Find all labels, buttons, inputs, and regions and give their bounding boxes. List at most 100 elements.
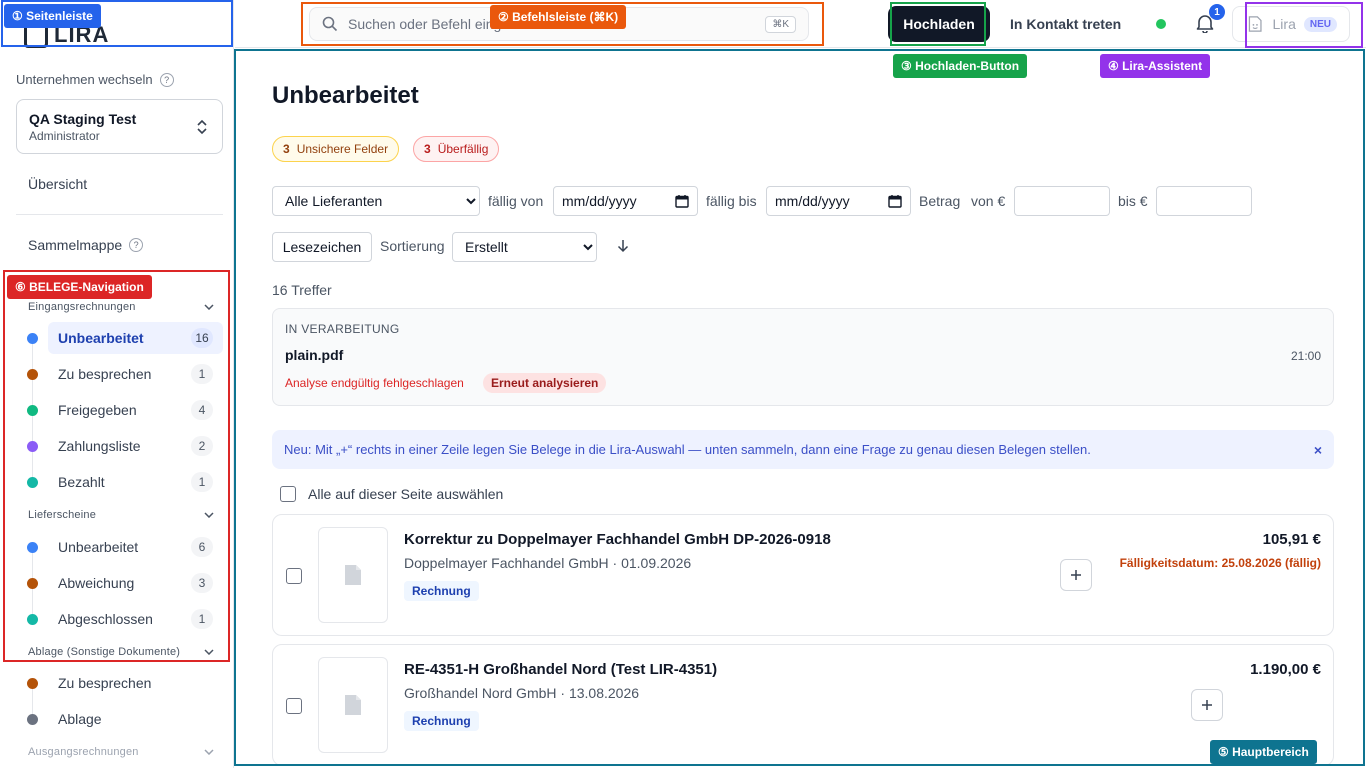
document-amount: 1.190,00 € bbox=[1250, 661, 1321, 678]
chip-label: Unsichere Felder bbox=[296, 142, 389, 156]
amount-to-input[interactable] bbox=[1156, 186, 1252, 216]
close-icon[interactable]: × bbox=[1314, 442, 1322, 458]
chip-count: 3 bbox=[424, 142, 431, 156]
sidebar-item-incoming[interactable]: Zu besprechen 1 bbox=[48, 358, 223, 390]
document-title[interactable]: RE-4351-H Großhandel Nord (Test LIR-4351… bbox=[404, 661, 717, 678]
nav-collection[interactable]: Sammelmappe ? bbox=[28, 237, 144, 253]
processing-error: Analyse endgültig fehlgeschlagen bbox=[285, 376, 464, 390]
help-icon[interactable]: ? bbox=[159, 72, 174, 87]
arrow-down-icon[interactable] bbox=[617, 239, 629, 253]
chevron-down-icon bbox=[204, 512, 214, 518]
status-dot-icon bbox=[27, 714, 38, 725]
main-area: Unbearbeitet 3 Unsichere Felder 3 Überfä… bbox=[235, 49, 1366, 768]
sidebar-item-label: Zahlungsliste bbox=[58, 438, 141, 454]
document-type-tag: Rechnung bbox=[404, 711, 479, 731]
sidebar-item-archive[interactable]: Ablage bbox=[48, 703, 223, 735]
upload-button[interactable]: Hochladen bbox=[888, 6, 990, 42]
row-checkbox[interactable] bbox=[286, 568, 302, 584]
amount-from-input[interactable] bbox=[1014, 186, 1110, 216]
chip-label: Überfällig bbox=[437, 142, 489, 156]
nav-overview-label: Übersicht bbox=[28, 176, 88, 192]
due-from-input[interactable]: mm/dd/yyyy bbox=[553, 186, 698, 216]
help-icon[interactable]: ? bbox=[129, 238, 144, 252]
calendar-icon[interactable] bbox=[888, 194, 902, 208]
sidebar-item-archive[interactable]: Zu besprechen bbox=[48, 667, 223, 699]
status-dot-icon bbox=[27, 614, 38, 625]
calendar-icon[interactable] bbox=[675, 194, 689, 208]
group-delivery[interactable]: Lieferscheine bbox=[28, 509, 214, 521]
chip-count: 3 bbox=[283, 142, 290, 156]
lira-assistant-button[interactable]: Lira NEU bbox=[1232, 6, 1350, 42]
nav-overview[interactable]: Übersicht bbox=[28, 176, 87, 192]
amount-label: Betrag bbox=[919, 193, 961, 209]
annotation-label: ① Seitenleiste bbox=[4, 4, 101, 28]
sidebar-item-delivery[interactable]: Abweichung 3 bbox=[48, 567, 223, 599]
processing-label: IN VERARBEITUNG bbox=[285, 322, 400, 336]
file-icon bbox=[345, 565, 361, 585]
sidebar-item-label: Freigegeben bbox=[58, 402, 137, 418]
company-role: Administrator bbox=[29, 129, 100, 143]
sidebar-item-incoming[interactable]: Bezahlt 1 bbox=[48, 466, 223, 498]
group-incoming-label: Eingangsrechnungen bbox=[28, 301, 136, 313]
online-status-indicator bbox=[1156, 19, 1166, 29]
info-banner-text: Neu: Mit „+“ rechts in einer Zeile legen… bbox=[284, 442, 1091, 457]
search-icon bbox=[322, 16, 338, 32]
sidebar-item-incoming[interactable]: Zahlungsliste 2 bbox=[48, 430, 223, 462]
sidebar-item-count: 1 bbox=[191, 364, 213, 384]
chip-uncertain-fields[interactable]: 3 Unsichere Felder bbox=[272, 136, 400, 162]
annotation-label: ④ Lira-Assistent bbox=[1100, 54, 1211, 78]
group-archive[interactable]: Ablage (Sonstige Dokumente) bbox=[28, 646, 214, 658]
sidebar-item-count: 3 bbox=[191, 573, 213, 593]
plus-icon bbox=[1202, 700, 1212, 710]
document-thumbnail[interactable] bbox=[318, 657, 388, 753]
sort-label: Sortierung bbox=[380, 238, 445, 254]
chip-overdue[interactable]: 3 Überfällig bbox=[413, 136, 500, 162]
select-all[interactable]: Alle auf dieser Seite auswählen bbox=[280, 486, 503, 502]
company-switcher[interactable]: QA Staging Test Administrator bbox=[16, 99, 223, 154]
supplier-select[interactable]: Alle Lieferanten bbox=[272, 186, 480, 216]
chevron-down-icon bbox=[204, 749, 214, 755]
sidebar-item-incoming[interactable]: Unbearbeitet 16 bbox=[48, 322, 223, 354]
plus-icon bbox=[1071, 570, 1081, 580]
page-title: Unbearbeitet bbox=[272, 82, 419, 109]
select-all-checkbox[interactable] bbox=[280, 486, 296, 502]
document-meta: Doppelmayer Fachhandel GmbH · 01.09.2026 bbox=[404, 555, 692, 571]
document-title[interactable]: Korrektur zu Doppelmayer Fachhandel GmbH… bbox=[404, 531, 831, 548]
date-placeholder: mm/dd/yyyy bbox=[775, 193, 850, 209]
sidebar-item-count: 2 bbox=[191, 436, 213, 456]
retry-analysis-button[interactable]: Erneut analysieren bbox=[483, 373, 607, 393]
document-row[interactable]: RE-4351-H Großhandel Nord (Test LIR-4351… bbox=[272, 644, 1334, 766]
sidebar-item-label: Zu besprechen bbox=[58, 366, 152, 382]
sidebar-item-delivery[interactable]: Abgeschlossen 1 bbox=[48, 603, 223, 635]
due-to-input[interactable]: mm/dd/yyyy bbox=[766, 186, 911, 216]
document-due-date: Fälligkeitsdatum: 25.08.2026 (fällig) bbox=[1119, 556, 1321, 570]
sidebar-item-delivery[interactable]: Unbearbeitet 6 bbox=[48, 531, 223, 563]
add-to-lira-button[interactable] bbox=[1060, 559, 1092, 591]
select-all-label: Alle auf dieser Seite auswählen bbox=[308, 486, 504, 502]
group-incoming[interactable]: Eingangsrechnungen bbox=[28, 301, 214, 313]
date-placeholder: mm/dd/yyyy bbox=[562, 193, 637, 209]
status-dot-icon bbox=[27, 441, 38, 452]
company-name: QA Staging Test bbox=[29, 111, 137, 127]
lira-label: Lira bbox=[1272, 16, 1296, 32]
document-row[interactable]: Korrektur zu Doppelmayer Fachhandel GmbH… bbox=[272, 514, 1334, 636]
document-thumbnail[interactable] bbox=[318, 527, 388, 623]
contact-link[interactable]: In Kontakt treten bbox=[1010, 16, 1121, 32]
chevron-down-icon bbox=[204, 649, 214, 655]
sort-select[interactable]: Erstellt bbox=[452, 232, 597, 262]
group-outgoing[interactable]: Ausgangsrechnungen bbox=[28, 746, 214, 758]
group-archive-label: Ablage (Sonstige Dokumente) bbox=[28, 646, 181, 658]
status-dot-icon bbox=[27, 477, 38, 488]
new-badge: NEU bbox=[1303, 16, 1337, 32]
processing-time: 21:00 bbox=[1290, 349, 1321, 363]
status-dot-icon bbox=[27, 678, 38, 689]
add-to-lira-button[interactable] bbox=[1191, 689, 1223, 721]
result-count: 16 Treffer bbox=[272, 282, 332, 298]
annotation-label: ⑤ Hauptbereich bbox=[1210, 740, 1317, 764]
amount-from-label: von € bbox=[971, 193, 1006, 209]
sidebar-item-incoming[interactable]: Freigegeben 4 bbox=[48, 394, 223, 426]
row-checkbox[interactable] bbox=[286, 698, 302, 714]
bookmarks-button[interactable]: Lesezeichen bbox=[272, 232, 372, 262]
status-dot-icon bbox=[27, 578, 38, 589]
chevron-up-down-icon bbox=[197, 119, 207, 135]
